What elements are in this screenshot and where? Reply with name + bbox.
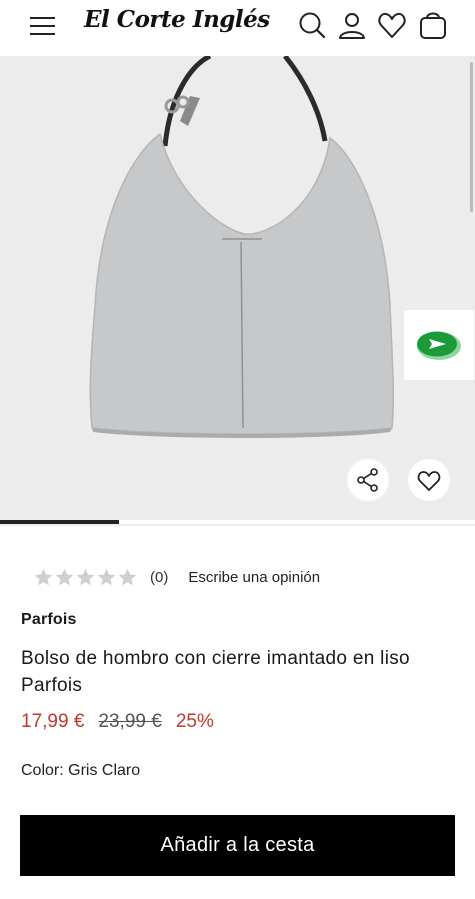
gallery-progress-bar [0,520,475,524]
product-image-gallery[interactable] [0,56,475,526]
star-icon [97,568,116,585]
rating-row: (0) Escribe una opinión [33,566,320,588]
wishlist-icon[interactable] [377,10,407,40]
product-title: Bolso de hombro con cierre imantado en l… [21,648,410,696]
star-icon [118,568,137,585]
product-image [89,56,395,438]
product-brand[interactable]: Parfois [21,611,77,629]
top-header: El Corte Inglés [0,0,475,56]
gallery-progress-fill [0,520,119,524]
price-row: 17,99 € 23,99 € 25% [21,711,214,733]
review-count: (0) [150,568,169,586]
cart-bag-icon[interactable] [418,10,448,40]
favorite-button[interactable] [408,459,450,501]
heart-icon [417,471,441,491]
share-button[interactable] [347,459,389,501]
chat-button[interactable] [404,310,474,380]
share-icon [357,468,378,492]
search-icon[interactable] [297,10,327,40]
brand-logo[interactable]: El Corte Inglés [84,6,270,33]
add-to-cart-button[interactable]: Añadir a la cesta [20,815,455,876]
current-price: 17,99 € [21,711,85,732]
original-price: 23,99 € [98,711,162,732]
menu-icon[interactable] [28,12,58,38]
rating-stars [33,567,138,588]
selected-color: Color: Gris Claro [21,762,141,779]
star-icon [34,568,53,585]
star-icon [55,568,74,585]
write-review-link[interactable]: Escribe una opinión [188,569,320,586]
star-icon [76,568,95,585]
discount-badge: 25% [175,711,214,732]
chat-arrow-icon [417,331,461,360]
image-scrollbar[interactable] [470,62,473,212]
user-icon[interactable] [337,10,367,40]
